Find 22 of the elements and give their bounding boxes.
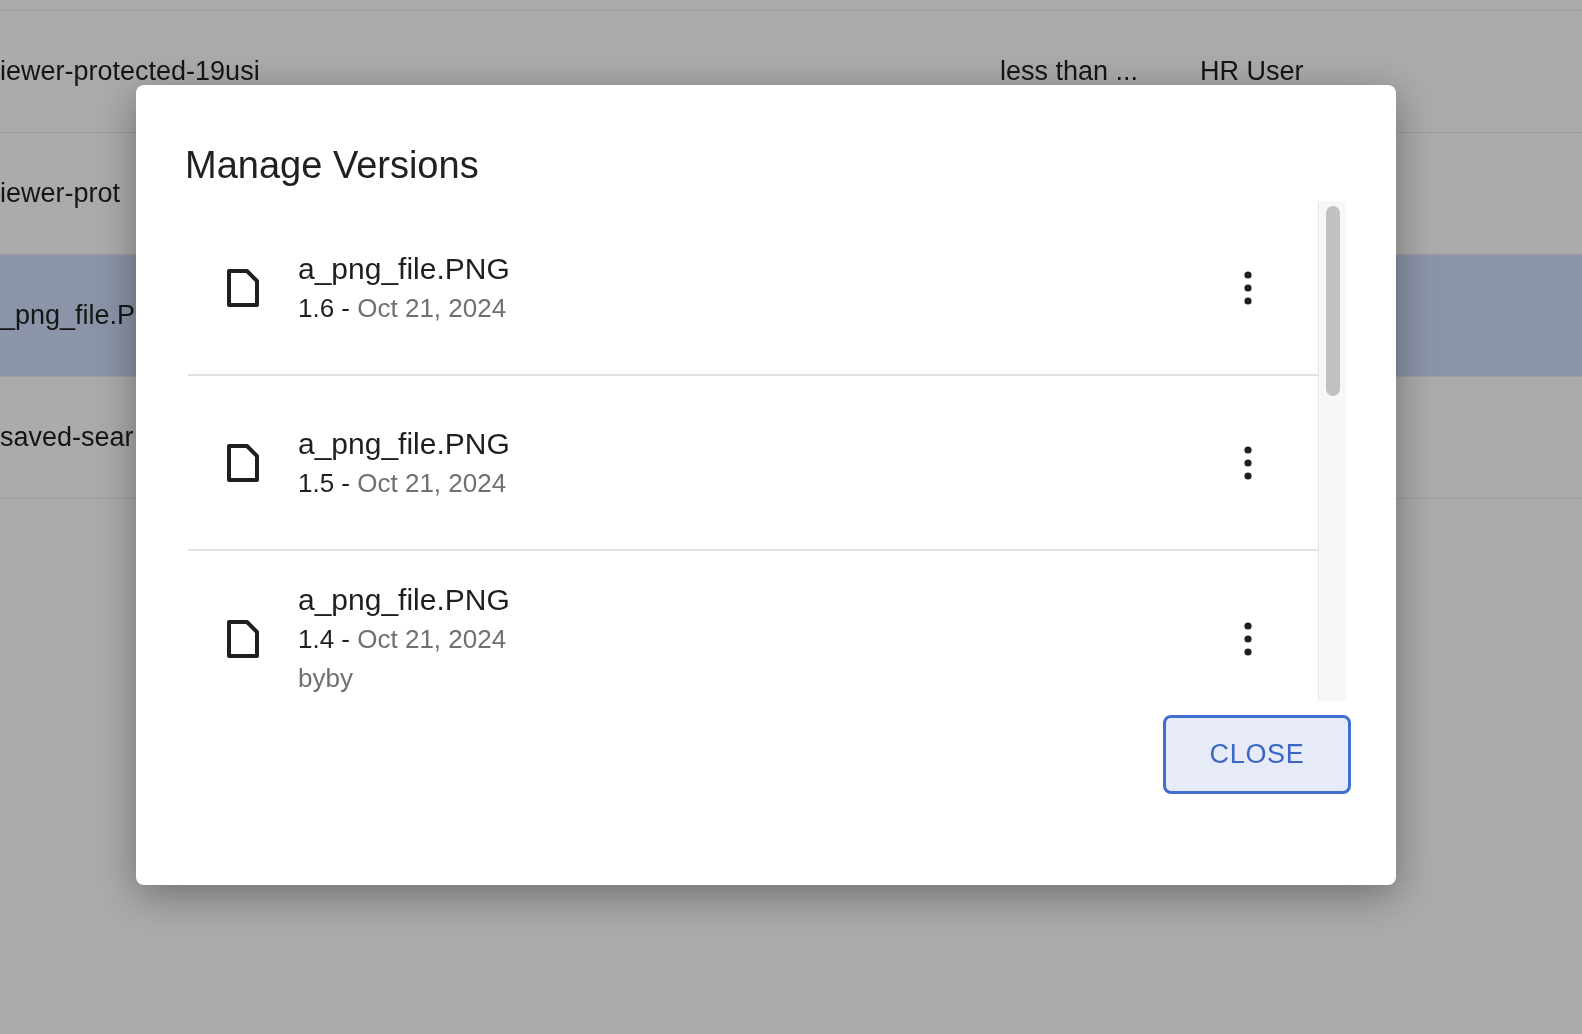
version-info: 1.6 - Oct 21, 2024: [298, 291, 507, 325]
file-name: saved-sear: [0, 421, 134, 455]
file-name: iewer-prot: [0, 177, 121, 211]
file-name: iewer-protected-19usi: [0, 55, 260, 89]
version-info: 1.5 - Oct 21, 2024: [298, 466, 507, 500]
modified-text: less than ...: [1000, 55, 1140, 89]
more-vertical-icon: [1244, 621, 1252, 656]
version-comment: byby: [298, 661, 353, 695]
file-icon: [226, 442, 260, 483]
more-vertical-icon: [1244, 270, 1252, 305]
owner-text: HR User: [1200, 55, 1304, 89]
version-file-name: a_png_file.PNG: [298, 250, 510, 287]
file-icon: [226, 618, 260, 659]
version-item[interactable]: a_png_file.PNG 1.4 - Oct 21, 2024 byby: [188, 551, 1318, 701]
version-file-name: a_png_file.PNG: [298, 581, 510, 618]
dialog-title: Manage Versions: [185, 143, 479, 188]
close-button[interactable]: CLOSE: [1163, 715, 1351, 794]
version-info: 1.4 - Oct 21, 2024: [298, 622, 507, 656]
version-file-name: a_png_file.PNG: [298, 425, 510, 462]
more-vertical-icon: [1244, 445, 1252, 480]
file-icon: [226, 267, 260, 308]
file-name: _png_file.P: [0, 299, 136, 333]
